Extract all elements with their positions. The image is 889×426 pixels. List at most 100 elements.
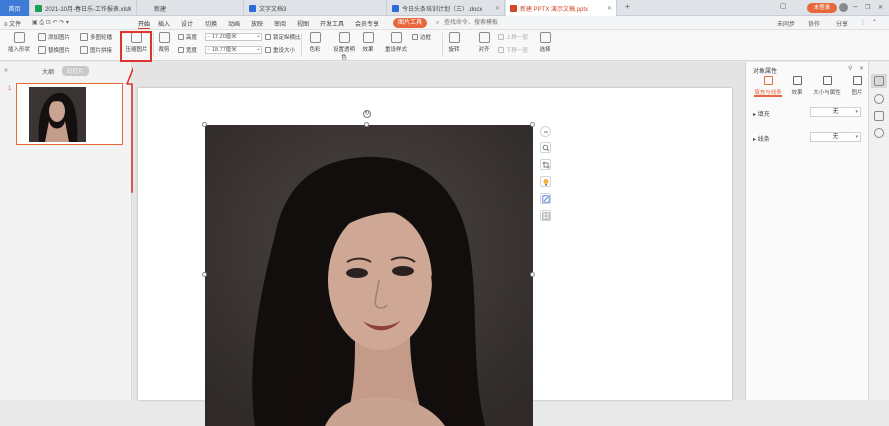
replace-picture-button[interactable]: 替换图片	[38, 46, 70, 54]
decrement-icon[interactable]: −	[207, 34, 210, 41]
crop-tool-icon[interactable]	[540, 159, 551, 170]
decrement-icon[interactable]: −	[207, 47, 210, 54]
smart-tip-icon[interactable]	[540, 176, 551, 187]
tab-fill-line[interactable]: 填充与线条	[753, 76, 783, 96]
effects-icon	[362, 32, 374, 43]
help-icon[interactable]	[874, 128, 884, 138]
menu-item-transition[interactable]: 切换	[205, 19, 217, 28]
tab-home[interactable]: 首页	[0, 0, 30, 16]
zoom-icon[interactable]	[540, 142, 551, 153]
menu-item-home[interactable]: 开始	[138, 19, 151, 29]
presentation-icon	[510, 4, 517, 12]
menu-item-animation[interactable]: 动画	[228, 19, 240, 28]
tab-label: 今日头条培训计划（三）.docx	[402, 6, 483, 13]
collapse-ribbon-icon[interactable]: ⌃	[872, 19, 877, 26]
picture-stitch-button[interactable]: 图片拼接	[80, 46, 112, 54]
menu-item-slideshow[interactable]: 放映	[251, 19, 263, 28]
resize-handle[interactable]	[530, 272, 535, 277]
height-icon	[178, 34, 184, 40]
close-icon[interactable]: ✕	[127, 5, 132, 12]
color-button[interactable]: 色彩	[306, 32, 324, 53]
selected-photo[interactable]	[205, 125, 533, 426]
avatar[interactable]	[839, 3, 848, 12]
minus-icon[interactable]	[540, 126, 551, 137]
minimize-icon[interactable]: –	[853, 2, 857, 11]
menu-item-view[interactable]: 视图	[297, 19, 309, 28]
tab-size-properties[interactable]: 大小与属性	[812, 76, 842, 96]
restore-icon[interactable]: ❐	[865, 4, 870, 11]
tab-xlsx[interactable]: 2021-10月-春日乐-工作报表.xlsx ✕	[31, 0, 137, 16]
add-picture-button[interactable]: 添加图片	[38, 33, 70, 41]
tab-docx[interactable]: 今日头条培训计划（三）.docx ✕	[388, 0, 505, 16]
align-button[interactable]: 对齐	[475, 32, 493, 53]
tab-slides[interactable]: 幻灯片	[62, 66, 89, 76]
menu-item-member[interactable]: 会员专享	[355, 19, 379, 28]
menu-item-design[interactable]: 设计	[181, 19, 193, 28]
close-icon[interactable]: ✕	[607, 5, 612, 12]
transparent-color-icon	[338, 32, 350, 43]
width-field[interactable]: −18.77厘米 +	[205, 46, 262, 54]
move-down-button[interactable]: 下移一层	[498, 46, 528, 54]
increment-icon[interactable]: +	[257, 47, 260, 54]
tab-effects[interactable]: 效果	[782, 76, 812, 96]
transparent-color-button[interactable]: 设置透明色	[331, 32, 357, 61]
design-icon[interactable]	[874, 94, 884, 104]
slide-thumbnail[interactable]	[16, 83, 123, 145]
reset-size-button[interactable]: 重设大小	[265, 46, 295, 54]
collapse-panel-icon[interactable]: «	[4, 67, 8, 74]
close-window-icon[interactable]: ✕	[878, 4, 883, 11]
resize-handle[interactable]	[202, 272, 207, 277]
login-button[interactable]: 未登录	[807, 3, 837, 13]
tab-doc3[interactable]: 文字文档3	[245, 0, 387, 16]
increment-icon[interactable]: +	[257, 34, 260, 41]
fill-section-toggle[interactable]: ▸ 填充	[753, 109, 770, 118]
move-up-icon	[498, 34, 504, 40]
effects-button[interactable]: 效果	[359, 32, 377, 53]
height-value: 17.20厘米	[212, 34, 237, 40]
insert-shape-button[interactable]: 插入形状	[6, 32, 32, 53]
collab-button[interactable]: 协作	[808, 19, 820, 28]
quick-access-icons[interactable]: ▣ ⎙ ⊡ ↶ ↷ ▾	[32, 19, 69, 27]
menu-item-devtools[interactable]: 开发工具	[320, 19, 344, 28]
resize-handle[interactable]	[202, 122, 207, 127]
rotate-handle-icon[interactable]: ↻	[363, 110, 371, 118]
multi-picture-button[interactable]: 多图轮播	[80, 33, 112, 41]
reset-style-button[interactable]: 重设样式	[383, 32, 409, 53]
tab-picture-tools[interactable]: 图片工具	[393, 18, 427, 28]
lock-ratio-checkbox[interactable]: 锁定纵横比	[265, 33, 301, 41]
resize-handle[interactable]	[530, 122, 535, 127]
backup-icon[interactable]	[874, 111, 884, 121]
new-tab-icon[interactable]: +	[625, 2, 630, 11]
tab-pptx[interactable]: 新建 PPTX 演示文稿.pptx ✕	[506, 0, 617, 16]
height-field[interactable]: −17.20厘米 +	[205, 33, 262, 41]
close-panel-icon[interactable]: ✕	[859, 65, 864, 72]
search-input[interactable]: ⌕ 查找命令、搜索模板	[436, 18, 501, 28]
pin-icon[interactable]: ⚲	[848, 65, 852, 72]
file-menu[interactable]: ≡ 文件	[4, 19, 21, 28]
rotate-button[interactable]: 旋转	[445, 32, 463, 53]
properties-icon[interactable]	[874, 76, 884, 86]
fill-select[interactable]: 无 ▾	[810, 107, 861, 117]
more-icon[interactable]: ⋮	[860, 19, 866, 26]
share-button[interactable]: 分享	[836, 19, 848, 28]
move-up-button[interactable]: 上移一层	[498, 33, 528, 41]
tab-outline[interactable]: 大纲	[42, 67, 54, 76]
edit-picture-icon[interactable]	[540, 193, 551, 204]
border-button[interactable]: 边框	[412, 33, 431, 41]
document-icon	[249, 4, 256, 12]
line-section-toggle[interactable]: ▸ 线条	[753, 134, 770, 143]
crop-button[interactable]: 裁剪	[156, 32, 172, 53]
select-button[interactable]: 选择	[536, 32, 554, 53]
layout-tool-icon[interactable]	[540, 210, 551, 221]
tab-new[interactable]: 新建	[138, 0, 244, 16]
slide-canvas[interactable]: ↻	[138, 88, 732, 426]
line-select[interactable]: 无 ▾	[810, 132, 861, 142]
layout-icon[interactable]: ▢	[780, 2, 787, 10]
menu-item-insert[interactable]: 插入	[158, 19, 170, 28]
close-icon[interactable]: ✕	[495, 5, 500, 12]
divider	[442, 33, 443, 57]
menu-item-review[interactable]: 审阅	[274, 19, 286, 28]
tab-label: 效果	[791, 90, 803, 96]
unsynced-button[interactable]: 未同步	[777, 19, 795, 28]
resize-handle[interactable]	[364, 122, 369, 127]
